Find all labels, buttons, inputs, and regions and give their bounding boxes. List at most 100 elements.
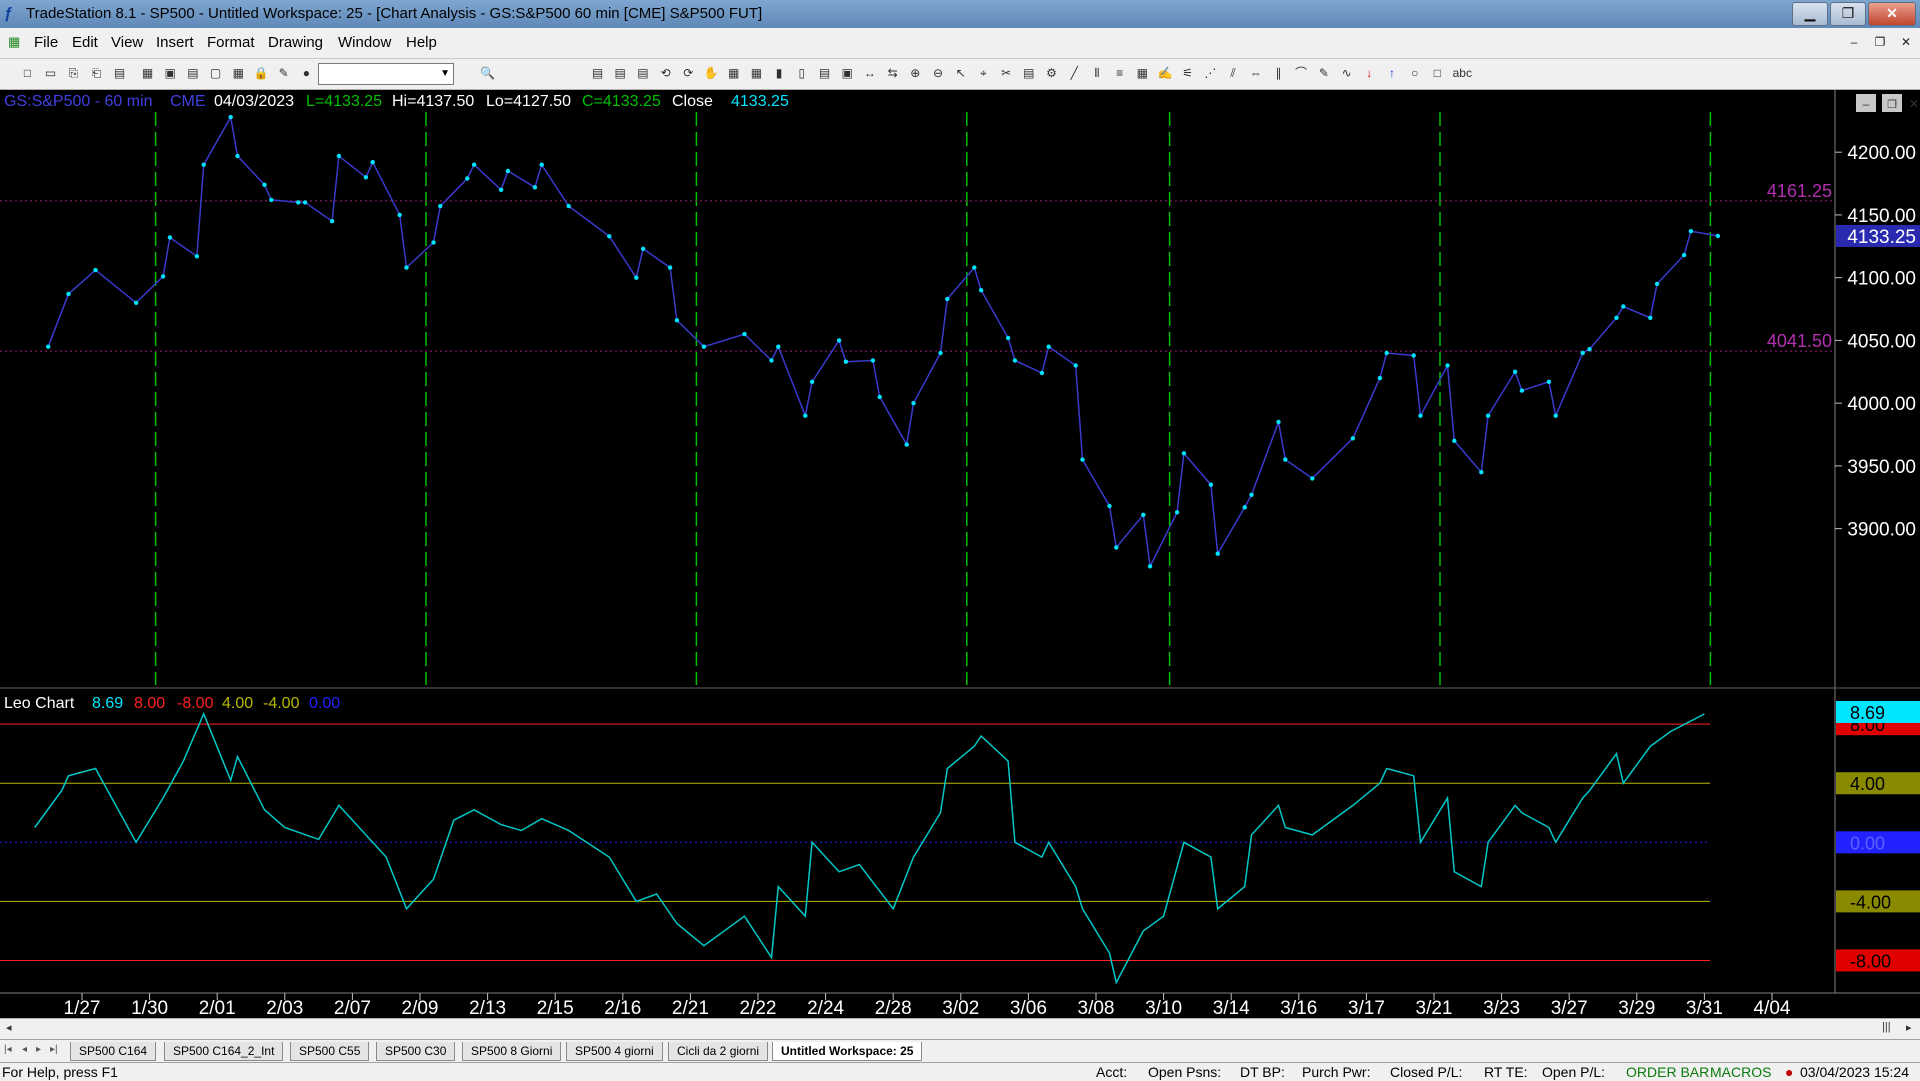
parallel-icon[interactable]: ∥ [1271,66,1286,81]
tools-icon[interactable]: ✂ [999,66,1014,81]
trendline-icon[interactable]: ╱ [1067,66,1082,81]
arrow-lr-icon[interactable]: ⇆ [885,66,900,81]
minimize-button[interactable]: ▁ [1792,2,1828,26]
bar-chart-icon[interactable]: ▮ [772,66,787,81]
window-icon[interactable]: ▢ [208,66,223,81]
up-arrow-icon[interactable]: ↑ [1385,66,1400,81]
price-point [1411,353,1416,358]
status-macros[interactable]: MACROS [1710,1063,1771,1081]
tab-untitled-workspace-25[interactable]: Untitled Workspace: 25 [772,1042,923,1061]
lock-icon[interactable]: 🔒 [254,66,269,81]
arrow-lr-icon[interactable]: ↔ [862,66,877,81]
symbol-combo[interactable]: ▼ [318,63,454,85]
fib-icon[interactable]: ⚟ [1180,66,1195,81]
link-icon[interactable]: ⟲ [658,66,673,81]
print-preview-icon[interactable]: ▤ [185,66,200,81]
menu-insert[interactable]: Insert [156,34,194,51]
tab-sp500-8-giorni[interactable]: SP500 8 Giorni [462,1042,562,1061]
x-tick-label: 3/21 [1416,998,1453,1018]
layout-icon[interactable]: ▤ [635,66,650,81]
format-icon[interactable]: ▤ [817,66,832,81]
grid-lines-icon[interactable]: ⦀ [1089,66,1104,81]
price-point [194,254,200,259]
scroll-left-button[interactable]: ◂ [6,1021,12,1034]
menu-view[interactable]: View [111,34,143,51]
menu-window[interactable]: Window [338,34,391,51]
draw-icon[interactable]: ✎ [276,66,291,81]
tab-nav-prev[interactable]: ◂ [22,1044,27,1055]
chevron-down-icon[interactable]: ▼ [440,64,450,84]
mdi-minimize-button[interactable]: – [1844,32,1864,52]
menu-drawing[interactable]: Drawing [268,34,323,51]
grid-icon[interactable]: ▦ [726,66,741,81]
price-point [1519,388,1525,393]
horizontal-scrollbar[interactable]: ◂ ||| ▸ [0,1018,1920,1039]
price-point [133,300,139,305]
chart-type-icon[interactable]: ▣ [840,66,855,81]
status-rt-te: RT TE: [1484,1064,1528,1080]
globe-icon[interactable]: ● [299,66,314,81]
close-label: Close [672,93,713,110]
menu-file[interactable]: File [34,34,58,51]
open-icon[interactable]: ▭ [43,66,58,81]
tab-nav-next[interactable]: ▸ [36,1044,41,1055]
menu-edit[interactable]: Edit [72,34,98,51]
print-icon[interactable]: ▣ [163,66,178,81]
down-arrow-icon[interactable]: ↓ [1362,66,1377,81]
hand-icon[interactable]: ✋ [704,66,719,81]
circle-icon[interactable]: ○ [1407,66,1422,81]
tab-sp500-c30[interactable]: SP500 C30 [376,1042,456,1061]
cursor-icon[interactable]: ⌖ [976,66,991,81]
zoom-in-icon[interactable]: ⊕ [908,66,923,81]
layout-icon[interactable]: ▤ [590,66,605,81]
arc-icon[interactable]: ⌒ [1294,66,1309,81]
text-icon[interactable]: abc [1453,66,1472,81]
insert-icon[interactable]: ▤ [1021,66,1036,81]
list-icon[interactable]: ≡ [1112,66,1127,81]
price-point [1485,413,1491,418]
tab-sp500-c164[interactable]: SP500 C164 [70,1042,157,1061]
tab-nav-last[interactable]: ▸| [50,1044,58,1055]
pencil-icon[interactable]: ✎ [1316,66,1331,81]
pen-icon[interactable]: ✍ [1158,66,1173,81]
close-button[interactable]: ✕ [1868,2,1916,26]
menu-help[interactable]: Help [406,34,437,51]
table-icon[interactable]: ▦ [1135,66,1150,81]
candle-icon[interactable]: ▯ [794,66,809,81]
folder-icon[interactable]: ▤ [112,66,127,81]
restore-button[interactable]: ❐ [1830,2,1866,26]
mdi-close-button[interactable]: ✕ [1896,32,1916,52]
layout-icon[interactable]: ▤ [613,66,628,81]
channel-icon[interactable]: ⫽ [1226,66,1241,81]
indicator-level-label: 0.00 [1850,833,1885,853]
chart-canvas[interactable]: 4161.25 4041.50 4200.00 4150.00 4100.00 4050.… [0,90,1920,1018]
arrows-icon[interactable]: ⇔ [1248,66,1263,81]
curve-icon[interactable]: ∿ [1339,66,1354,81]
lines-icon[interactable]: ⋰ [1203,66,1218,81]
tab-sp500-c164-2-int[interactable]: SP500 C164_2_Int [164,1042,284,1061]
new-icon[interactable]: □ [20,66,35,81]
mdi-restore-button[interactable]: ❐ [1870,32,1890,52]
scroll-thumb[interactable]: ||| [1882,1021,1891,1033]
tab-nav-first[interactable]: |◂ [4,1044,12,1055]
refresh-icon[interactable]: ⟳ [681,66,696,81]
data-icon[interactable]: ▦ [749,66,764,81]
chart-analysis-window[interactable]: 4161.25 4041.50 4200.00 4150.00 4100.00 4050.… [0,90,1920,1018]
tab-cicli-da-2-giorni[interactable]: Cicli da 2 giorni [668,1042,769,1061]
price-point [336,153,342,159]
status-order-bar[interactable]: ORDER BAR [1626,1063,1709,1081]
pointer-icon[interactable]: ↖ [953,66,968,81]
scroll-right-button[interactable]: ▸ [1906,1021,1912,1034]
gear-icon[interactable]: ⚙ [1044,66,1059,81]
chart-window-icon[interactable]: ▦ [8,34,20,50]
tab-sp500-c55[interactable]: SP500 C55 [290,1042,370,1061]
zoom-icon[interactable]: 🔍 [480,66,495,81]
paste-icon[interactable]: ⎗ [89,66,104,81]
rectangle-icon[interactable]: □ [1430,66,1445,81]
menu-format[interactable]: Format [207,34,255,51]
tab-sp500-4-giorni[interactable]: SP500 4 giorni [566,1042,663,1061]
copy-icon[interactable]: ⎘ [66,66,81,81]
zoom-out-icon[interactable]: ⊖ [931,66,946,81]
save-icon[interactable]: ▦ [140,66,155,81]
chart-icon[interactable]: ▦ [231,66,246,81]
